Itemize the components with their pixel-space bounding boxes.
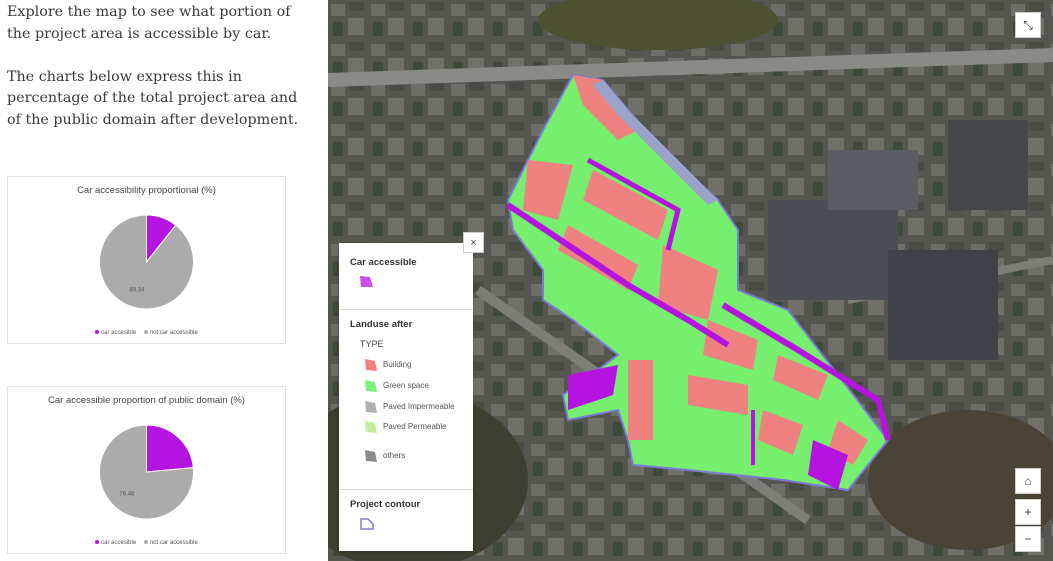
pie-slice-not-car-accessible[interactable] — [99, 214, 194, 310]
legend-title-project-contour: Project contour — [350, 499, 421, 510]
home-icon: ⌂ — [1024, 474, 1032, 488]
legend-not-car-accessible: not car accessible — [143, 540, 198, 546]
legend-item-label: others — [383, 451, 406, 460]
legend-item-label: Paved Impermeable — [383, 402, 455, 411]
zoom-out-button[interactable]: − — [1015, 526, 1041, 552]
legend-item-label: Paved Permeable — [383, 422, 447, 431]
car-accessible-swatch — [360, 276, 373, 287]
paved-impermeable-swatch — [365, 401, 377, 413]
pie-slice-car-accessible[interactable] — [146, 424, 194, 473]
legend-not-car-accessible: not car accessible — [143, 330, 198, 336]
close-icon: × — [470, 236, 477, 249]
intro-paragraph-1: Explore the map to see what portion of t… — [7, 4, 291, 42]
expand-button[interactable]: ⤡ — [1015, 12, 1041, 38]
project-contour-swatch — [360, 518, 374, 530]
map-legend-panel: Car accessible Landuse after TYPE Buildi… — [339, 243, 473, 551]
pie-chart-public-domain: 76,48 — [99, 424, 194, 520]
pie-data-label: 89,34 — [129, 288, 145, 294]
expand-icon: ⤡ — [1023, 17, 1033, 32]
pie-data-label: 76,48 — [119, 492, 135, 498]
legend-car-accessible: car accesible — [95, 540, 136, 546]
home-button[interactable]: ⌂ — [1015, 468, 1041, 494]
intro-paragraph-2: The charts below express this in percent… — [7, 68, 299, 128]
pie-chart-car-accessibility: 89,34 — [99, 214, 194, 310]
chart-legend: car accesible not car accessible — [8, 540, 285, 546]
minus-icon: − — [1024, 532, 1032, 546]
legend-divider — [339, 489, 473, 490]
legend-divider — [339, 309, 473, 310]
legend-title-car-accessible: Car accessible — [350, 257, 417, 268]
chart-card-car-accessibility[interactable]: Car accessibility proportional (%) 89,34… — [7, 176, 286, 344]
intro-text: Explore the map to see what portion of t… — [7, 2, 307, 153]
others-swatch — [365, 450, 377, 462]
legend-car-accessible: car accesible — [95, 330, 136, 336]
story-panel: Explore the map to see what portion of t… — [0, 0, 328, 561]
chart-card-public-domain[interactable]: Car accessible proportion of public doma… — [7, 386, 286, 554]
building — [628, 360, 653, 440]
plus-icon: + — [1024, 505, 1032, 519]
zoom-in-button[interactable]: + — [1015, 499, 1041, 525]
paved-permeable-swatch — [365, 421, 377, 433]
legend-type-label: TYPE — [360, 339, 384, 349]
legend-item-label: Green space — [383, 381, 429, 390]
legend-item-label: Building — [383, 360, 412, 369]
legend-title-landuse: Landuse after — [350, 319, 413, 330]
legend-close-button[interactable]: × — [463, 232, 484, 253]
industrial-building — [828, 150, 918, 210]
building-swatch — [365, 359, 377, 371]
industrial-building — [768, 200, 898, 300]
chart-legend: car accesible not car accessible — [8, 330, 285, 336]
industrial-building — [948, 120, 1028, 210]
green-space-swatch — [365, 380, 377, 392]
industrial-building — [888, 250, 998, 360]
